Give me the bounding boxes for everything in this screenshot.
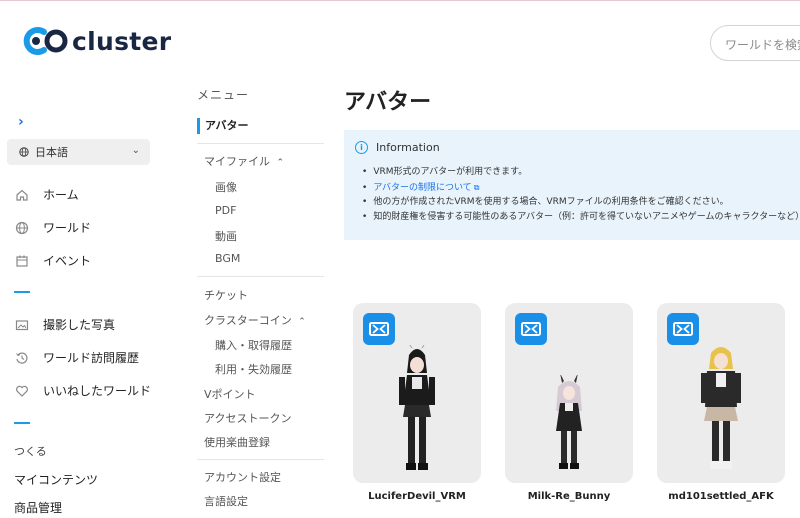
calendar-icon [14, 253, 30, 269]
search-input[interactable]: ワールドを検索 [710, 25, 800, 61]
page-title: アバター [344, 90, 432, 115]
top-border [0, 0, 800, 1]
sidebar-item-label: いいねしたワールド [43, 384, 152, 398]
menu-divider [197, 459, 324, 460]
menu-item-vpoint[interactable]: Vポイント [204, 386, 256, 402]
sidebar-item-label: ホーム [43, 188, 79, 202]
section-divider [14, 422, 30, 424]
photo-icon [14, 317, 30, 333]
sidebar-item-label: ワールド訪問履歴 [43, 351, 140, 365]
sidebar-item-label: 撮影した写真 [43, 318, 116, 332]
chevron-down-icon: ⌄ [131, 145, 140, 156]
info-line: 知的財産権を侵害する可能性のあるアバター（例：許可を得ていないアニメやゲームのキ… [362, 210, 800, 225]
avatar-card[interactable] [505, 303, 633, 483]
avatar-name: LuciferDevil_VRM [368, 491, 466, 502]
menu-item-label: マイファイル [204, 155, 270, 168]
external-link-icon: ⧉ [473, 183, 480, 192]
language-label: 日本語 [35, 146, 68, 159]
menu-subitem-usage-history[interactable]: 利用・失効履歴 [215, 361, 292, 377]
history-icon [14, 350, 30, 366]
sidebar-item-world[interactable]: ワールド [14, 219, 91, 236]
info-text: 他の方が作成されたVRMを使用する場合、VRMファイルの利用条件をご確認ください… [373, 197, 729, 207]
menu-item-access-token[interactable]: アクセストークン [204, 410, 291, 426]
globe-icon [19, 147, 29, 157]
chevron-up-icon: ⌃ [298, 317, 306, 327]
cluster-logo-icon [22, 26, 68, 56]
menu-subitem-pdf[interactable]: PDF [215, 204, 236, 217]
sidebar-item-liked-worlds[interactable]: いいねしたワールド [14, 382, 151, 399]
sidebar-item-label: イベント [43, 254, 92, 268]
globe-icon [14, 220, 30, 236]
avatar-name: md101settled_AFK [668, 491, 774, 502]
brand-name: cluster [72, 26, 172, 56]
menu-subitem-image[interactable]: 画像 [215, 179, 237, 195]
menu-subitem-bgm[interactable]: BGM [215, 252, 240, 265]
menu-item-my-files[interactable]: マイファイル ⌃ [204, 153, 284, 169]
chevron-right-icon[interactable]: › [18, 114, 24, 130]
link-text: アバターの制限について [373, 183, 472, 193]
vrm-icon [363, 313, 395, 345]
menu-subitem-video[interactable]: 動画 [215, 228, 237, 244]
sidebar-item-label: ワールド [43, 221, 92, 235]
info-line: アバターの制限について⧉ [362, 180, 800, 195]
menu-item-music-registration[interactable]: 使用楽曲登録 [204, 434, 270, 450]
avatar-preview [701, 347, 741, 469]
chevron-up-icon: ⌃ [276, 158, 285, 168]
vrm-icon [667, 313, 699, 345]
menu-subitem-purchase-history[interactable]: 購入・取得履歴 [215, 337, 292, 353]
avatar-card[interactable] [353, 303, 481, 483]
home-icon [14, 187, 30, 203]
info-panel: i Information VRM形式のアバターが利用できます。 アバターの制限… [344, 130, 800, 240]
heart-icon [14, 383, 30, 399]
info-line: VRM形式のアバターが利用できます。 [362, 165, 800, 180]
sidebar-item-visit-history[interactable]: ワールド訪問履歴 [14, 349, 139, 366]
sidebar-item-home[interactable]: ホーム [14, 186, 79, 203]
menu-title: メニュー [197, 88, 250, 102]
avatar-preview [556, 375, 582, 469]
sidebar-item-product-mgmt[interactable]: 商品管理 [14, 499, 62, 516]
avatar-card[interactable] [657, 303, 785, 483]
info-icon: i [355, 141, 368, 154]
info-heading: Information [376, 141, 440, 154]
menu-divider [197, 276, 324, 277]
sidebar-item-photos[interactable]: 撮影した写真 [14, 316, 115, 333]
menu-item-coin[interactable]: クラスターコイン ⌃ [204, 312, 306, 328]
avatar-preview [399, 345, 435, 470]
avatar-name: Milk-Re_Bunny [527, 491, 611, 502]
info-text: 知的財産権を侵害する可能性のあるアバター（例：許可を得ていないアニメやゲームのキ… [373, 212, 800, 222]
sidebar-item-event[interactable]: イベント [14, 252, 91, 269]
sidebar-item-my-contents[interactable]: マイコンテンツ [14, 471, 98, 488]
vrm-icon [515, 313, 547, 345]
menu-item-avatar[interactable]: アバター [197, 118, 249, 134]
create-section-label: つくる [14, 445, 47, 458]
menu-divider [197, 143, 324, 144]
language-select[interactable]: 日本語 ⌄ [7, 139, 150, 165]
avatar-limits-link[interactable]: アバターの制限について ⧉ [373, 183, 479, 193]
info-line: 他の方が作成されたVRMを使用する場合、VRMファイルの利用条件をご確認ください… [362, 195, 800, 210]
cluster-logo[interactable]: cluster [22, 26, 171, 56]
info-text: VRM形式のアバターが利用できます。 [373, 167, 528, 177]
section-divider [14, 291, 30, 293]
menu-item-language-settings[interactable]: 言語設定 [204, 493, 248, 509]
menu-item-ticket[interactable]: チケット [204, 287, 248, 303]
info-list: VRM形式のアバターが利用できます。 アバターの制限について⧉ 他の方が作成され… [362, 165, 800, 225]
menu-item-label: クラスターコイン [204, 314, 292, 327]
menu-item-account-settings[interactable]: アカウント設定 [204, 469, 281, 485]
